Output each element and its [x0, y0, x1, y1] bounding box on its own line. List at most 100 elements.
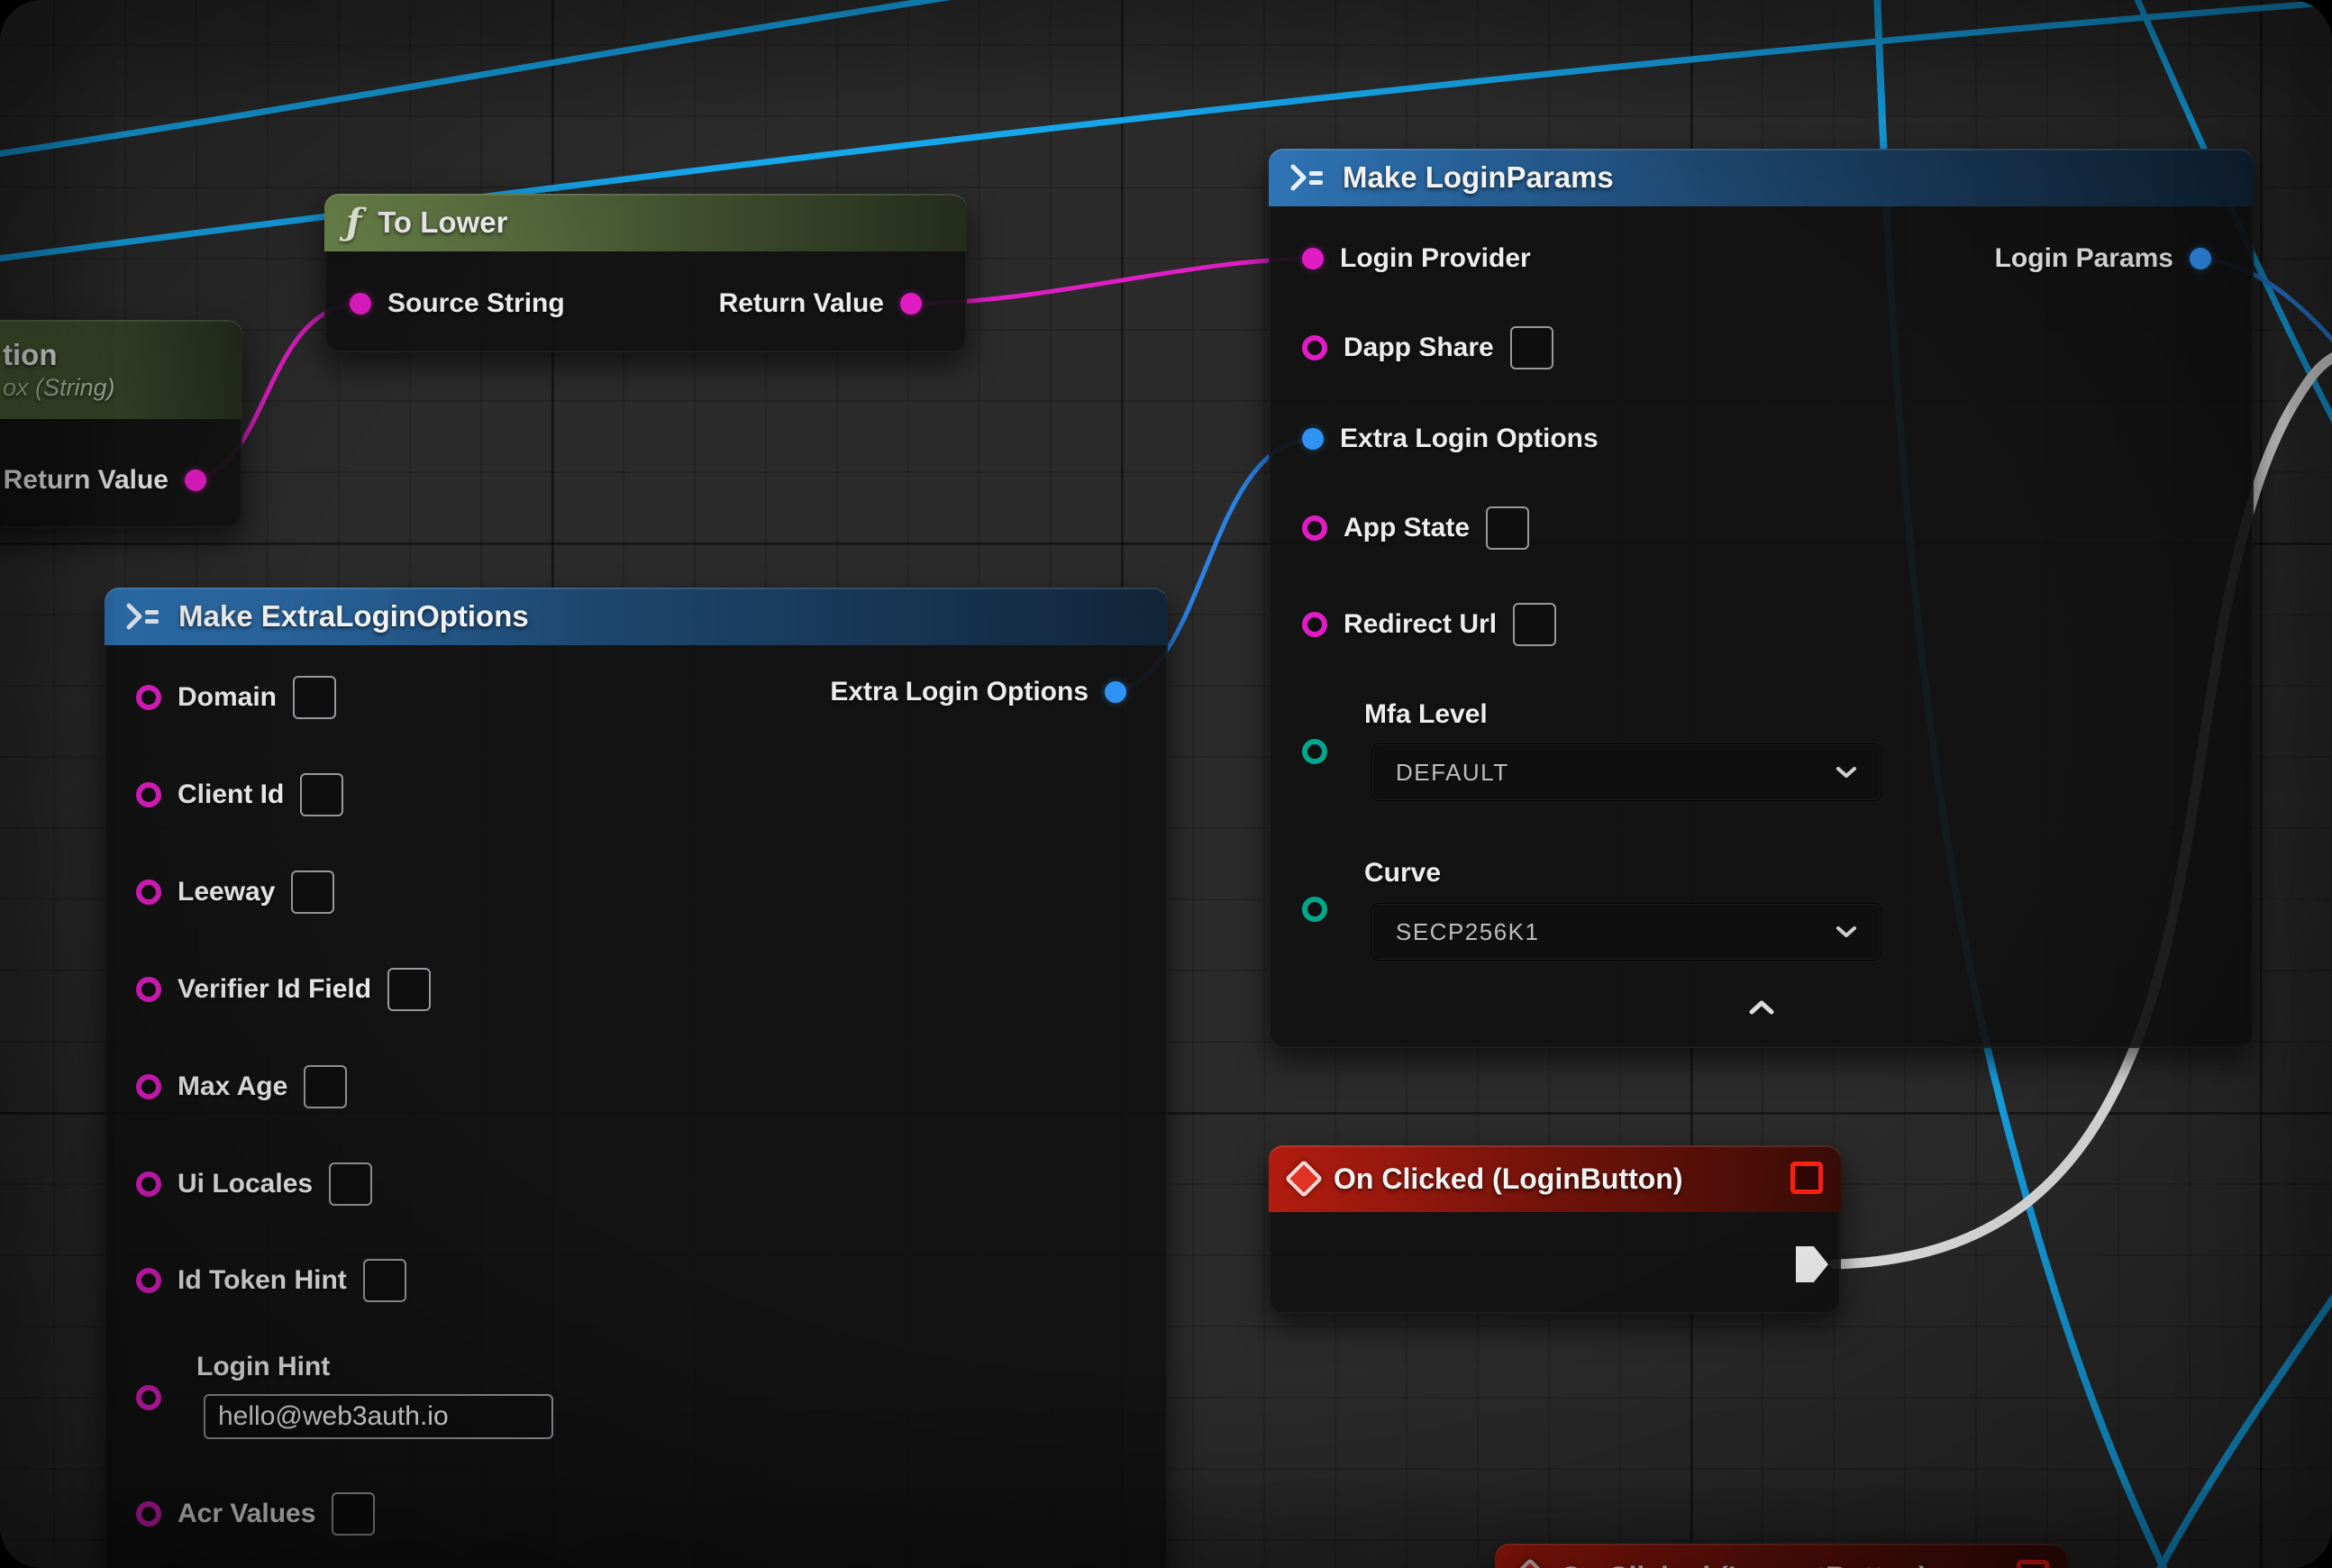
domain-value-input[interactable] [293, 676, 336, 719]
node-header[interactable]: Make LoginParams [1269, 149, 2254, 206]
pin-label-client-id: Client Id [178, 779, 284, 810]
client-id-value-input[interactable] [300, 773, 343, 816]
pin-row-domain: Domain [136, 676, 336, 719]
input-pin-leeway[interactable] [136, 880, 161, 905]
input-pin-mfa-level[interactable] [1302, 739, 1327, 764]
pin-label-domain: Domain [178, 682, 277, 713]
chevron-down-icon [1836, 766, 1857, 779]
wire-route-top-1 [0, 0, 989, 155]
node-title: On Clicked (LogoutButton) [1560, 1561, 1928, 1568]
output-pin-extra-login-options[interactable] [1105, 681, 1126, 703]
make-struct-icon [1290, 164, 1326, 191]
function-icon: ƒ [346, 205, 361, 241]
pin-label-login-params: Login Params [1995, 243, 2173, 274]
event-diamond-icon [1511, 1558, 1549, 1568]
verifier-id-field-value-input[interactable] [387, 968, 431, 1011]
input-pin-extra-login-options[interactable] [1302, 428, 1324, 450]
input-pin-verifier-id-field[interactable] [136, 977, 161, 1002]
pin-row-login-params-out: Login Params [1809, 237, 2211, 280]
pin-label-verifier-id-field: Verifier Id Field [178, 974, 371, 1005]
ui-locales-value-input[interactable] [329, 1162, 372, 1206]
pin-row-acr-values: Acr Values [136, 1492, 375, 1536]
make-struct-icon [126, 603, 162, 630]
input-pin-curve[interactable] [1302, 897, 1327, 922]
pin-label-dapp-share: Dapp Share [1344, 333, 1494, 363]
id-token-hint-value-input[interactable] [363, 1259, 406, 1302]
chevron-up-icon [1748, 999, 1775, 1016]
pin-row-max-age: Max Age [136, 1065, 347, 1108]
mfa-level-value: DEFAULT [1396, 759, 1509, 787]
input-pin-max-age[interactable] [136, 1074, 161, 1099]
input-pin-source-string[interactable] [350, 293, 371, 315]
input-pin-acr-values[interactable] [136, 1501, 161, 1527]
input-pin-domain[interactable] [136, 685, 161, 710]
redirect-url-value-input[interactable] [1513, 603, 1556, 646]
collapse-advanced-button[interactable] [1735, 994, 1789, 1021]
pin-row-extra-login-options: Extra Login Options [1302, 417, 1599, 460]
input-pin-redirect-url[interactable] [1302, 612, 1327, 637]
node-make-loginparams[interactable]: Make LoginParams Login Provider Login Pa… [1269, 149, 2254, 1048]
output-pin-login-params[interactable] [2190, 248, 2211, 269]
max-age-value-input[interactable] [304, 1065, 347, 1108]
event-diamond-icon [1285, 1160, 1323, 1198]
blueprint-graph-canvas[interactable]: tion ox (String) Return Value ƒ To Lower… [0, 0, 2332, 1568]
pin-row-verifier-id-field: Verifier Id Field [136, 968, 431, 1011]
node-onclicked-logoutbutton[interactable]: On Clicked (LogoutButton) [1495, 1544, 2067, 1568]
pin-label-ui-locales: Ui Locales [178, 1169, 313, 1199]
output-pin-return-value[interactable] [900, 293, 922, 315]
pin-row-ui-locales: Ui Locales [136, 1162, 372, 1206]
pin-row-dapp-share: Dapp Share [1302, 326, 1553, 369]
pin-label-leeway: Leeway [178, 877, 275, 907]
delegate-pin[interactable] [2017, 1560, 2049, 1568]
pin-row-redirect-url: Redirect Url [1302, 603, 1556, 646]
node-header[interactable]: Make ExtraLoginOptions [105, 588, 1168, 645]
exec-output-pin[interactable] [1796, 1246, 1828, 1282]
input-pin-client-id[interactable] [136, 782, 161, 807]
input-pin-app-state[interactable] [1302, 515, 1327, 541]
node-subtitle: ox (String) [3, 374, 115, 402]
pin-label-login-hint: Login Hint [196, 1352, 330, 1382]
pin-label-source-string: Source String [387, 288, 565, 319]
pin-label-curve: Curve [1364, 858, 1441, 889]
input-pin-ui-locales[interactable] [136, 1171, 161, 1197]
pin-row-app-state: App State [1302, 506, 1529, 550]
input-pin-id-token-hint[interactable] [136, 1268, 161, 1293]
node-to-lower[interactable]: ƒ To Lower Source String Return Value [324, 194, 967, 352]
pin-row-return-value: Return Value [0, 459, 206, 502]
delegate-pin[interactable] [1790, 1162, 1823, 1194]
app-state-value-input[interactable] [1486, 506, 1529, 550]
node-title: Make LoginParams [1343, 160, 1614, 195]
pin-label-id-token-hint: Id Token Hint [178, 1265, 347, 1296]
login-hint-input[interactable] [204, 1394, 553, 1439]
pin-label-redirect-url: Redirect Url [1344, 609, 1497, 640]
pin-label-extra-login-options: Extra Login Options [1340, 424, 1599, 454]
node-header[interactable]: On Clicked (LogoutButton) [1495, 1544, 2067, 1568]
node-title: tion [3, 338, 57, 372]
node-header[interactable]: tion ox (String) [0, 320, 242, 419]
node-title: Make ExtraLoginOptions [178, 599, 529, 634]
pin-row-return-value: Return Value [685, 282, 922, 325]
input-pin-dapp-share[interactable] [1302, 335, 1327, 360]
pin-row-client-id: Client Id [136, 773, 343, 816]
pin-label-login-provider: Login Provider [1340, 243, 1531, 274]
output-pin-return-value[interactable] [185, 469, 206, 491]
pin-row-leeway: Leeway [136, 871, 334, 914]
curve-dropdown[interactable]: SECP256K1 [1371, 903, 1881, 961]
input-pin-login-provider[interactable] [1302, 248, 1324, 269]
node-text-function-partial[interactable]: tion ox (String) Return Value [0, 320, 242, 528]
mfa-level-dropdown[interactable]: DEFAULT [1371, 743, 1881, 801]
node-header[interactable]: On Clicked (LoginButton) [1269, 1145, 1841, 1212]
pin-label-extra-login-options: Extra Login Options [830, 677, 1089, 707]
acr-values-value-input[interactable] [332, 1492, 375, 1536]
wire-string-tolower-loginprovider [910, 259, 1315, 304]
dapp-share-value-input[interactable] [1510, 326, 1553, 369]
node-onclicked-loginbutton[interactable]: On Clicked (LoginButton) [1269, 1145, 1841, 1314]
pin-label-max-age: Max Age [178, 1071, 287, 1102]
node-title: To Lower [378, 205, 507, 240]
input-pin-login-hint[interactable] [136, 1385, 161, 1410]
node-header[interactable]: ƒ To Lower [324, 194, 967, 251]
node-make-extraloginoptions[interactable]: Make ExtraLoginOptions Extra Login Optio… [105, 588, 1168, 1568]
leeway-value-input[interactable] [291, 871, 334, 914]
pin-row-login-provider: Login Provider [1302, 237, 1531, 280]
pin-label-return-value: Return Value [4, 465, 169, 496]
